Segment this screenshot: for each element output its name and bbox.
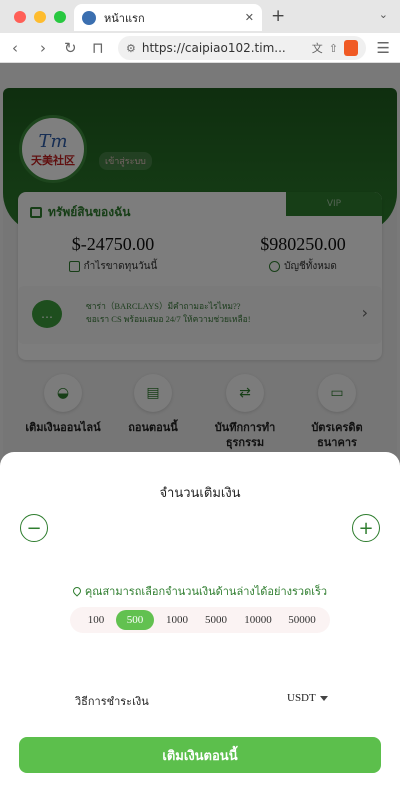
minimize-window-button[interactable]	[34, 11, 46, 23]
forward-arrow-icon[interactable]: ›	[40, 39, 46, 57]
amount-option[interactable]: 100	[76, 607, 116, 633]
menu-icon[interactable]: ☰	[377, 39, 390, 57]
amount-hint-text: คุณสามารถเลือกจำนวนเงินด้านล่างได้อย่างร…	[84, 585, 328, 598]
tab-title: หน้าแรก	[104, 11, 145, 25]
tab-list-chevron-icon[interactable]: ⌄	[379, 8, 388, 21]
reload-icon[interactable]: ↻	[64, 39, 77, 57]
amount-option[interactable]: 10000	[236, 607, 280, 633]
tab-close-icon[interactable]: ✕	[245, 11, 254, 24]
amount-option-selected[interactable]: 500	[116, 610, 154, 630]
amount-option[interactable]: 1000	[158, 607, 196, 633]
bookmark-icon[interactable]: ⊓	[92, 39, 104, 57]
url-text[interactable]: https://caipiao102.tim...	[142, 41, 306, 55]
site-settings-icon[interactable]: ⚙	[126, 42, 136, 55]
caret-down-icon	[319, 695, 328, 701]
decrease-amount-button[interactable]: −	[20, 514, 48, 542]
amount-options: 100 500 1000 5000 10000 50000	[70, 607, 330, 633]
browser-tabbar: หน้าแรก ✕ + ⌄	[0, 0, 400, 33]
payment-method-label: วิธีการชำระเงิน	[75, 695, 149, 708]
browser-tab[interactable]: หน้าแรก ✕	[74, 4, 262, 31]
amount-option[interactable]: 50000	[280, 607, 324, 633]
translate-icon[interactable]: 文	[312, 40, 323, 56]
window-controls	[14, 11, 66, 23]
location-pin-icon	[71, 585, 83, 597]
brave-shield-icon[interactable]	[344, 40, 358, 56]
address-bar[interactable]: ⚙ https://caipiao102.tim... 文 ⇧	[118, 36, 366, 60]
new-tab-button[interactable]: +	[271, 6, 285, 26]
maximize-window-button[interactable]	[54, 11, 66, 23]
payment-method-value: USDT	[287, 692, 316, 704]
back-arrow-icon[interactable]: ‹	[12, 39, 18, 57]
amount-option[interactable]: 5000	[197, 607, 235, 633]
deposit-now-button[interactable]: เติมเงินตอนนี้	[19, 737, 381, 773]
close-window-button[interactable]	[14, 11, 26, 23]
payment-method-select[interactable]: USDT	[287, 692, 328, 704]
sheet-title: จำนวนเติมเงิน	[159, 486, 241, 501]
deposit-sheet: จำนวนเติมเงิน − + คุณสามารถเลือกจำนวนเงิ…	[0, 452, 400, 803]
site-favicon-icon	[82, 10, 96, 25]
amount-hint: คุณสามารถเลือกจำนวนเงินด้านล่างได้อย่างร…	[0, 582, 400, 600]
share-icon[interactable]: ⇧	[329, 42, 338, 55]
increase-amount-button[interactable]: +	[352, 514, 380, 542]
browser-toolbar: ‹ › ↻ ⊓ ⚙ https://caipiao102.tim... 文 ⇧ …	[0, 33, 400, 63]
